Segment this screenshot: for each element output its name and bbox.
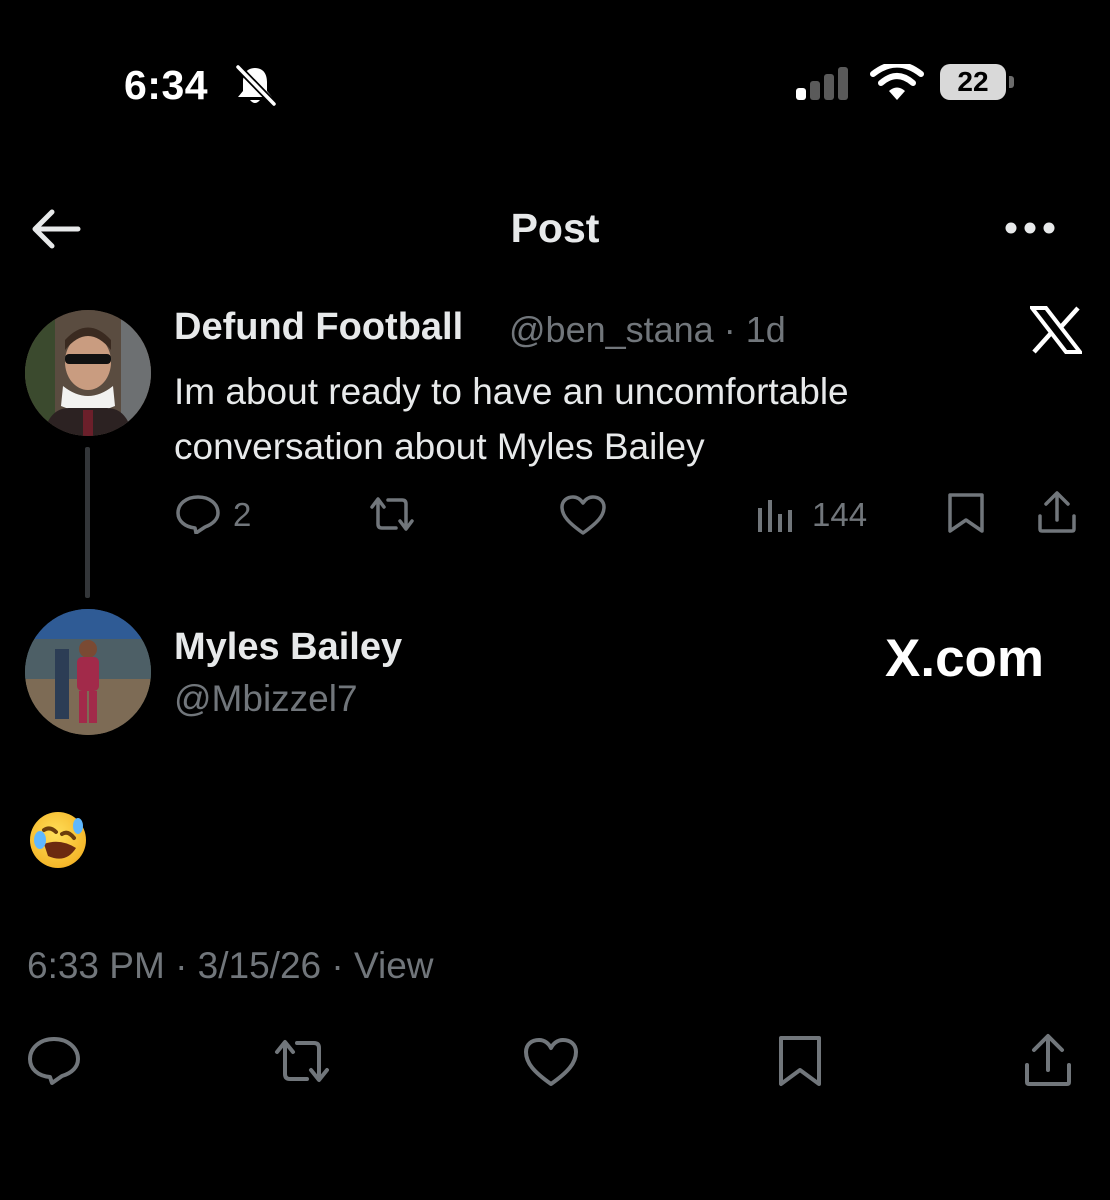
author-handle[interactable]: @Mbizzel7: [174, 678, 358, 720]
avatar-photo-myles: [25, 609, 151, 735]
share-icon[interactable]: [1022, 1032, 1074, 1088]
share-icon[interactable]: [1036, 490, 1078, 534]
post-text: Im about ready to have an uncomfortable …: [174, 371, 849, 467]
page-title: Post: [510, 205, 600, 251]
battery-icon: 22: [940, 64, 1006, 100]
repost-icon[interactable]: [271, 1037, 333, 1085]
xcom-watermark: X.com: [885, 629, 1045, 688]
author-handle-time[interactable]: @ben_stana · 1d: [509, 309, 786, 351]
reply-icon[interactable]: [26, 1036, 82, 1086]
cellular-signal-icon: [796, 67, 848, 100]
bookmark-icon[interactable]: [776, 1034, 824, 1088]
avatar[interactable]: [25, 310, 151, 436]
bell-slash-icon: [235, 64, 277, 106]
avatar[interactable]: [25, 609, 151, 735]
like-icon[interactable]: [559, 494, 607, 536]
repost-icon[interactable]: [366, 495, 418, 533]
views-count: 144: [812, 496, 868, 533]
post-timestamp[interactable]: 6:33 PM · 3/15/26 · View: [27, 945, 434, 987]
author-name[interactable]: Myles Bailey: [174, 626, 402, 669]
more-icon[interactable]: [1003, 220, 1059, 236]
thread-connector: [85, 447, 90, 598]
like-icon[interactable]: [522, 1036, 580, 1088]
battery-tip: [1009, 76, 1014, 88]
wifi-icon: [870, 64, 924, 100]
reply-count: 2: [233, 496, 252, 533]
bookmark-icon[interactable]: [946, 492, 986, 534]
status-time: 6:34: [124, 62, 209, 108]
avatar-photo-ben: [25, 310, 151, 436]
rofl-emoji: [30, 812, 86, 868]
author-name[interactable]: Defund Football: [174, 306, 463, 349]
views-icon[interactable]: [756, 498, 796, 534]
reply-icon[interactable]: [175, 494, 221, 534]
x-logo-icon: [1030, 306, 1082, 354]
